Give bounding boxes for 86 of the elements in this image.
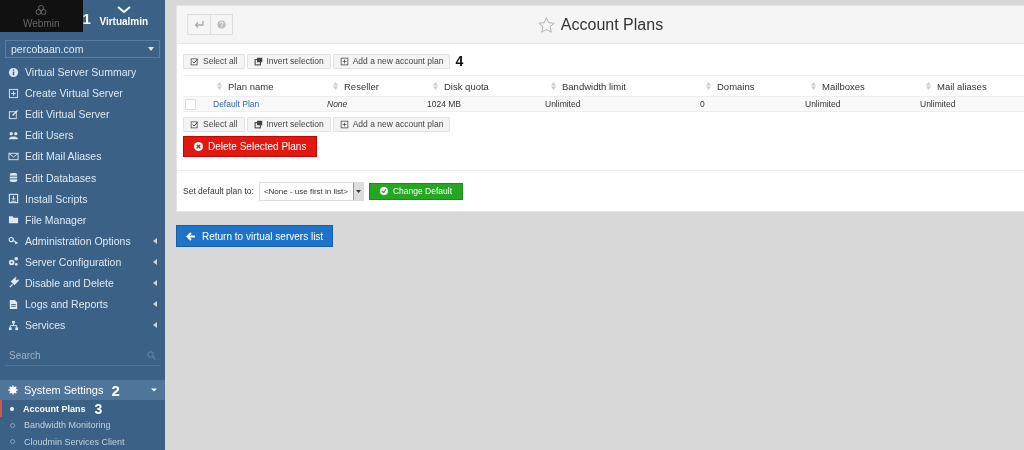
key-icon (8, 235, 19, 247)
row-checkbox[interactable] (185, 98, 196, 110)
caret-left-icon (153, 279, 157, 286)
toolbar-button[interactable]: Select all (183, 116, 245, 132)
menu-item[interactable]: File Manager (0, 209, 165, 231)
menu-item[interactable]: Administration Options (0, 230, 165, 252)
menu-item[interactable]: Edit Virtual Server (0, 103, 165, 125)
envelope-icon (8, 150, 19, 162)
caret-left-icon (153, 237, 157, 244)
caret-down-icon (352, 182, 363, 200)
return-button[interactable]: Return to virtual servers list (176, 225, 334, 247)
sort-icon (926, 82, 931, 90)
callout-number: 4 (455, 54, 464, 68)
plan-select[interactable]: <None - use first in list> (258, 181, 364, 201)
menu-item[interactable]: Logs and Reports (0, 293, 165, 315)
checkbox-icon (190, 119, 199, 129)
product-tab[interactable]: Webmin (0, 0, 83, 33)
menu-item[interactable]: Edit Databases (0, 167, 165, 189)
sort-icon (551, 82, 556, 90)
toolbar-button[interactable]: Select all (183, 53, 245, 69)
callout-number: 1 (82, 11, 91, 26)
table-cell: Unlimited (920, 97, 1024, 112)
sort-icon (811, 82, 816, 90)
sitemap-icon (8, 319, 19, 331)
table-cell: Unlimited (545, 97, 700, 112)
sort-icon (433, 82, 438, 90)
menu-item[interactable]: Edit Users (0, 124, 165, 146)
plus-square-icon (8, 87, 19, 99)
submenu-item[interactable]: Cloudmin Services Client (0, 433, 165, 450)
chevron-down-icon (116, 5, 131, 14)
folder-icon (8, 214, 19, 226)
change-default-button[interactable]: Change Default (368, 182, 463, 200)
toolbar-button[interactable]: Invert selection (246, 53, 331, 69)
table-cell: Unlimited (805, 97, 920, 112)
check-circle-icon (379, 187, 388, 195)
sort-icon (706, 82, 711, 90)
callout-number: 3 (94, 401, 103, 416)
menu-item[interactable]: Disable and Delete (0, 272, 165, 294)
menu-item[interactable]: Virtual Server Summary (0, 61, 165, 83)
checkbox-icon (190, 56, 199, 66)
table-cell: None (327, 97, 427, 112)
caret-down-icon (151, 387, 157, 394)
toolbar-button[interactable]: Add a new account plan (332, 53, 451, 69)
caret-down-icon (148, 46, 154, 51)
plug-icon (8, 277, 19, 289)
document-icon (8, 298, 19, 310)
submenu-item[interactable]: Account Plans 3 (0, 400, 165, 417)
search-icon (147, 350, 156, 360)
menu-item[interactable]: Edit Mail Aliases (0, 145, 165, 167)
edit-icon (8, 108, 19, 120)
download-box-icon (8, 193, 19, 205)
return-arrow-icon (194, 20, 204, 29)
plus-square-icon (339, 119, 349, 129)
menu-item[interactable]: Install Scripts (0, 188, 165, 210)
callout-number: 2 (111, 382, 120, 398)
sort-icon (333, 82, 338, 90)
table-cell: 1024 MB (427, 97, 545, 112)
field-label: Set default plan to: (183, 186, 254, 196)
sort-icon (217, 82, 222, 90)
menu-section[interactable]: System Settings 2 (0, 380, 165, 401)
table-cell: 0 (700, 97, 805, 112)
domain-select[interactable]: percobaan.com (5, 40, 160, 58)
menu-item[interactable]: Server Configuration (0, 251, 165, 273)
page-title: Account Plans (560, 15, 664, 34)
menu-item[interactable]: Create Virtual Server (0, 82, 165, 104)
toolbar-button[interactable]: Invert selection (246, 116, 331, 132)
plus-square-icon (339, 56, 349, 66)
caret-left-icon (153, 301, 157, 307)
database-icon (8, 172, 19, 184)
gears-icon (8, 256, 19, 268)
logo-icon (35, 3, 48, 16)
submenu-item[interactable]: Bandwidth Monitoring (0, 417, 165, 434)
caret-left-icon (153, 322, 157, 329)
help-icon (217, 20, 226, 29)
search-field[interactable]: Search (5, 345, 160, 367)
menu-item[interactable]: Services (0, 314, 165, 336)
info-icon (8, 66, 19, 78)
close-circle-icon (194, 142, 203, 151)
delete-button[interactable]: Delete Selected Plans (183, 136, 318, 157)
users-icon (8, 129, 19, 141)
toolbar-button[interactable]: Add a new account plan (332, 116, 451, 132)
arrow-left-icon (186, 231, 196, 241)
caret-left-icon (153, 258, 157, 265)
settings-icon (8, 385, 18, 396)
product-tab[interactable]: 1 Virtualmin (82, 0, 165, 33)
star-icon (537, 16, 555, 33)
